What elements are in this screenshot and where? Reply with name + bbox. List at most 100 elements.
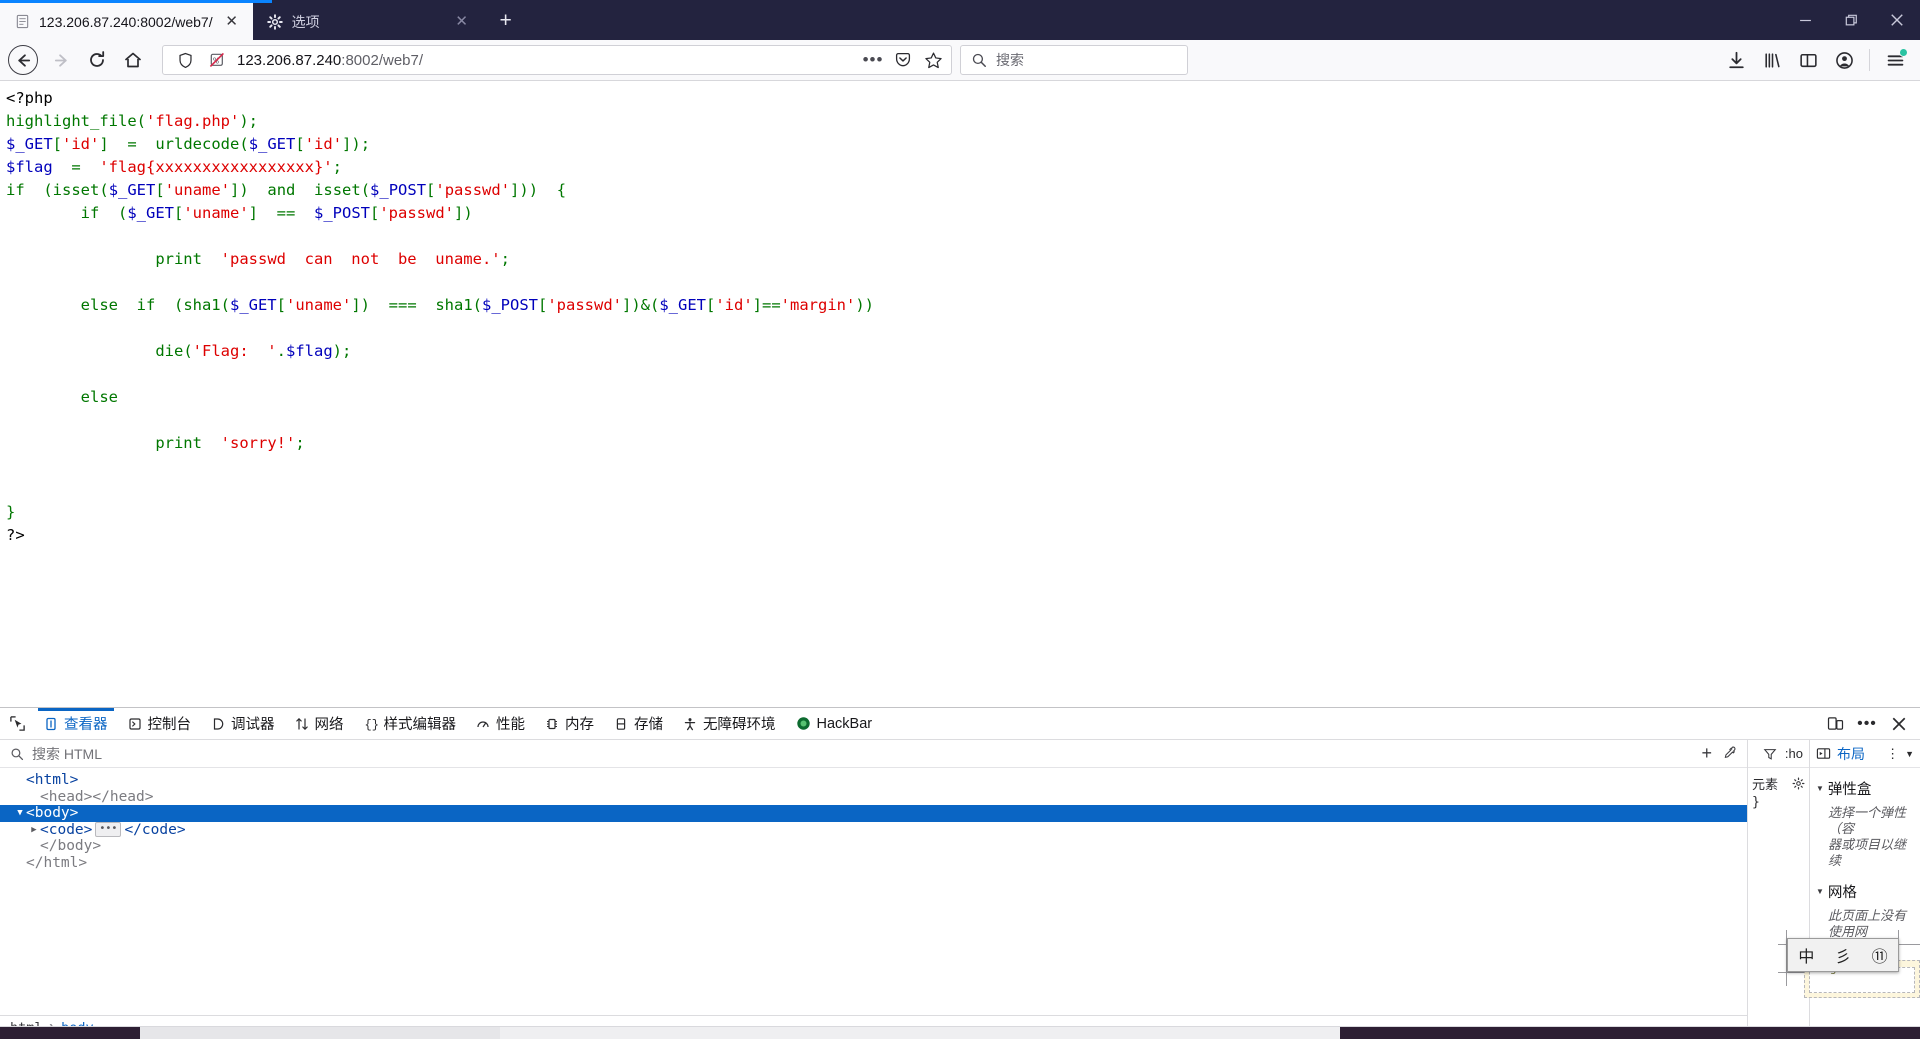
php-highlighted-source: <?php highlight_file('flag.php'); $_GET['i… — [0, 81, 1920, 547]
url-bar[interactable]: % 123.206.87.240:8002/web7/ ••• — [162, 45, 952, 75]
svg-text:{}: {} — [364, 718, 378, 731]
sidebar-icon[interactable] — [1791, 43, 1825, 77]
devtools-toolbar: 查看器 控制台 调试器 网络 {} 样式编辑器 性能 内存 存储 无障碍环境 H… — [0, 708, 1920, 740]
back-button[interactable] — [8, 45, 38, 75]
split-view-icon[interactable] — [1816, 746, 1831, 761]
ime-candidate-2[interactable]: ⑪ — [1872, 943, 1888, 967]
ime-candidate-popup[interactable]: 中彡⑪ — [1787, 938, 1899, 972]
code-token: $_GET — [6, 135, 53, 153]
search-bar[interactable]: 搜索 — [960, 45, 1188, 75]
window-maximize-button[interactable] — [1828, 0, 1874, 40]
markup-tree[interactable]: <html> <head></head> ▼ <body> ▶ <code> ••• </co… — [0, 768, 1747, 1015]
markup-row[interactable]: </html> — [0, 855, 1747, 872]
taskbar-item-1[interactable] — [0, 1027, 140, 1039]
code-token: $_GET — [659, 296, 706, 314]
collapsed-children-badge[interactable]: ••• — [95, 822, 122, 838]
add-node-button[interactable]: + — [1701, 743, 1712, 764]
devtools-tab-performance[interactable]: 性能 — [466, 708, 535, 739]
code-token: ( — [239, 135, 249, 153]
flexbox-empty-note: 选择一个弹性（容 器或项目以继续 — [1828, 805, 1907, 868]
devtools-tab-memory-label: 内存 — [565, 717, 594, 733]
code-token: else — [6, 388, 118, 406]
star-icon[interactable] — [921, 48, 945, 72]
eyedropper-icon[interactable] — [1722, 746, 1737, 761]
filter-icon[interactable] — [1763, 747, 1777, 761]
markup-row-text: <html> — [26, 772, 79, 788]
tracking-protection-off-icon[interactable]: % — [205, 48, 229, 72]
hamburger-menu-icon[interactable] — [1878, 43, 1912, 77]
download-icon[interactable] — [1719, 43, 1753, 77]
library-icon[interactable] — [1755, 43, 1789, 77]
markup-row[interactable]: ▶ <code> ••• </code> — [0, 822, 1747, 839]
update-badge — [1899, 48, 1908, 57]
twisty-expanded-icon[interactable]: ▼ — [14, 805, 26, 822]
devtools-tab-hackbar[interactable]: HackBar — [786, 708, 883, 739]
browser-tab-1[interactable]: 选项 ✕ — [253, 3, 483, 40]
pocket-icon[interactable] — [891, 48, 915, 72]
forward-button[interactable] — [44, 43, 78, 77]
code-token: ]) === — [351, 296, 436, 314]
responsive-design-mode-button[interactable] — [1820, 709, 1850, 739]
element-picker-icon[interactable] — [0, 708, 34, 739]
layout-tab-label[interactable]: 布局 — [1837, 744, 1865, 764]
twisty-collapsed-icon[interactable]: ▶ — [28, 822, 40, 839]
new-tab-button[interactable]: + — [489, 4, 523, 38]
markup-row[interactable]: ▼ <body> — [0, 805, 1747, 822]
layout-options-button[interactable]: ⋮ — [1886, 746, 1899, 762]
devtools-tab-inspector[interactable]: 查看器 — [34, 708, 118, 739]
devtools-tab-console[interactable]: 控制台 — [118, 708, 202, 739]
devtools-tab-accessibility[interactable]: 无障碍环境 — [673, 708, 786, 739]
code-token: $flag — [6, 158, 53, 176]
devtools-close-button[interactable] — [1884, 709, 1914, 739]
grid-section-header[interactable]: ▼ 网格 — [1816, 881, 1914, 902]
code-line: if (isset($_GET['uname']) and isset($_PO… — [6, 179, 1920, 202]
devtools-tab-debugger[interactable]: 调试器 — [201, 708, 285, 739]
page-actions-icon[interactable]: ••• — [861, 48, 885, 72]
url-text[interactable]: 123.206.87.240:8002/web7/ — [237, 52, 853, 69]
markup-pane: 搜索 HTML + <html> <head></head> ▼ <body> ▶ <co… — [0, 740, 1748, 1039]
flexbox-section-header[interactable]: ▼ 弹性盒 — [1816, 778, 1914, 799]
reload-button[interactable] — [80, 43, 114, 77]
pseudo-class-button[interactable]: :ho — [1785, 746, 1803, 761]
devtools-tab-console-label: 控制台 — [147, 717, 192, 733]
code-token: $_GET — [108, 181, 156, 199]
storage-icon — [614, 717, 628, 731]
taskbar-item-2[interactable] — [140, 1027, 500, 1039]
code-token: sha1 — [435, 296, 473, 314]
devtools-tab-network[interactable]: 网络 — [285, 708, 354, 739]
markup-search-input[interactable]: 搜索 HTML — [32, 744, 102, 764]
devtools-tab-storage[interactable]: 存储 — [604, 708, 673, 739]
browser-tab-0[interactable]: 123.206.87.240:8002/web7/ ✕ — [0, 3, 253, 40]
code-token: 'passwd' — [547, 296, 622, 314]
ime-candidate-0[interactable]: 中 — [1798, 943, 1814, 967]
devtools-tab-memory[interactable]: 内存 — [535, 708, 604, 739]
ime-candidate-1[interactable]: 彡 — [1835, 943, 1851, 967]
code-token: $_GET — [248, 135, 296, 153]
account-icon[interactable] — [1827, 43, 1861, 77]
home-button[interactable] — [116, 43, 150, 77]
code-line: print 'passwd can not be uname.'; — [6, 248, 1920, 271]
window-close-button[interactable] — [1874, 0, 1920, 40]
markup-row[interactable]: </body> — [0, 838, 1747, 855]
chevron-down-icon[interactable]: ▼ — [1905, 749, 1914, 759]
devtools-more-options-button[interactable]: ••• — [1852, 709, 1882, 739]
code-token: urldecode — [155, 135, 240, 153]
code-token: ; — [500, 250, 510, 268]
browser-tab-1-close-icon[interactable]: ✕ — [451, 11, 473, 33]
devtools-tab-style-editor[interactable]: {} 样式编辑器 — [354, 708, 467, 739]
taskbar-item-4[interactable] — [1340, 1027, 1920, 1039]
markup-row[interactable]: <head></head> — [0, 789, 1747, 806]
gear-icon[interactable] — [1792, 777, 1805, 790]
toolbar-right-actions — [1719, 43, 1912, 77]
shield-icon[interactable] — [173, 48, 197, 72]
search-input-placeholder[interactable]: 搜索 — [996, 50, 1024, 70]
rules-element-label: 元素 — [1752, 778, 1779, 793]
code-token: [ — [538, 296, 548, 314]
markup-row[interactable]: <html> — [0, 772, 1747, 789]
window-minimize-button[interactable] — [1782, 0, 1828, 40]
browser-tab-0-close-icon[interactable]: ✕ — [221, 11, 243, 33]
taskbar-item-3[interactable] — [500, 1027, 1340, 1039]
